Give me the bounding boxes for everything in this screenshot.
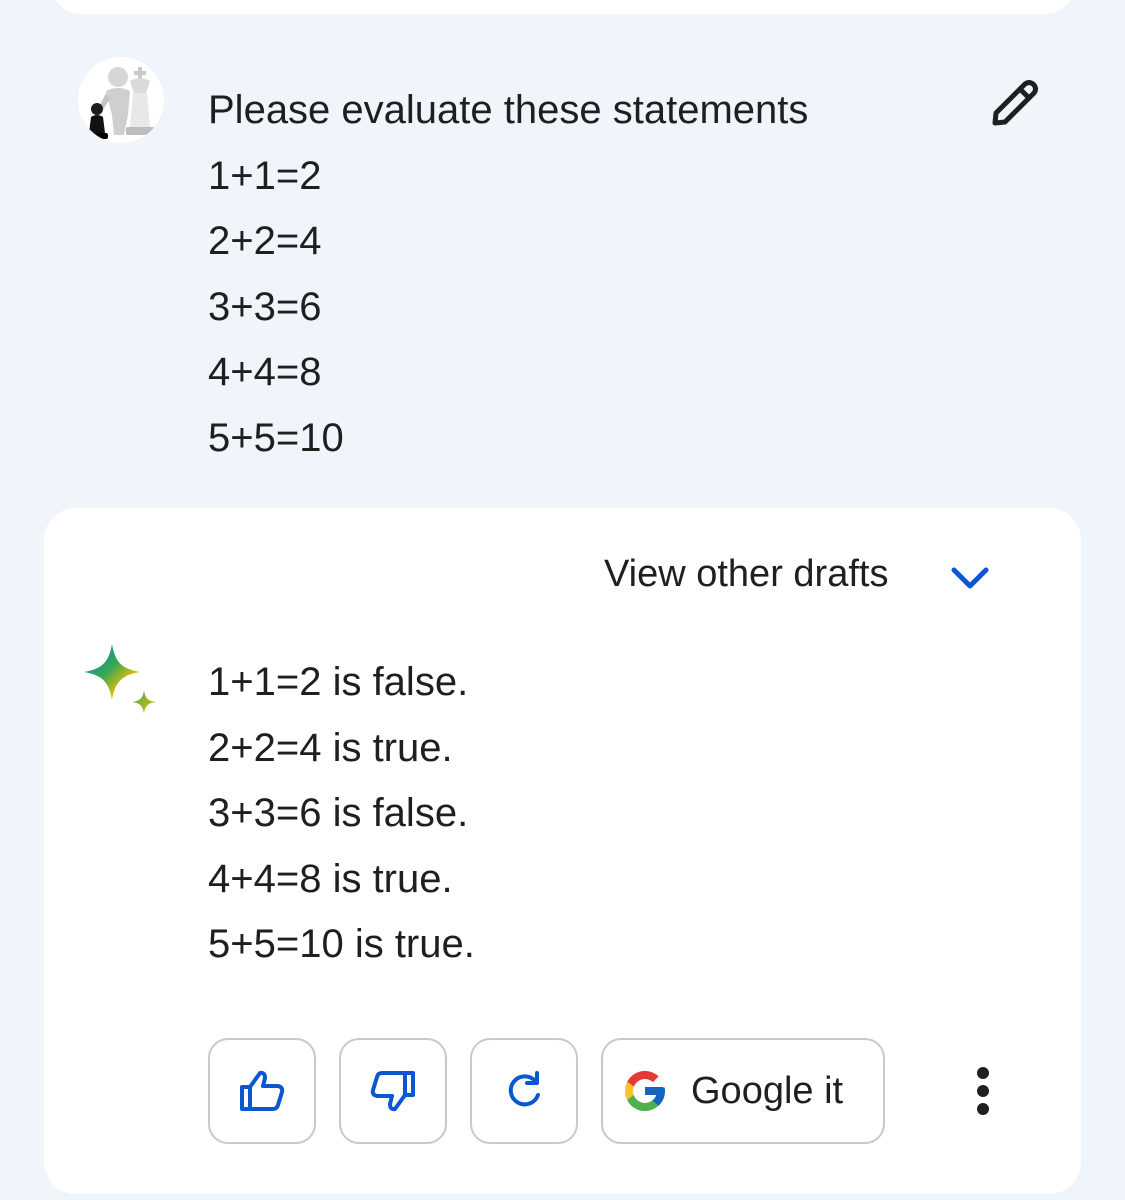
prompt-line: 1+1=2 [208, 153, 322, 198]
google-it-button[interactable]: Google it [601, 1038, 885, 1144]
response-text: 1+1=2 is false. 2+2=4 is true. 3+3=6 is … [208, 650, 475, 978]
google-it-label: Google it [691, 1070, 844, 1112]
more-options-button[interactable] [958, 1056, 1008, 1126]
response-line: 1+1=2 is false. [208, 660, 469, 704]
edit-prompt-button[interactable] [984, 74, 1044, 134]
thumbs-down-icon [370, 1071, 415, 1112]
more-vert-icon [977, 1067, 989, 1115]
view-other-drafts-button[interactable]: View other drafts [590, 540, 1010, 610]
google-g-icon [625, 1071, 665, 1111]
response-line: 5+5=10 is true. [208, 922, 475, 966]
sparkle-icon [84, 644, 156, 714]
response-line: 3+3=6 is false. [208, 791, 469, 835]
view-other-drafts-label: View other drafts [604, 553, 889, 595]
previous-message-card [52, 0, 1074, 14]
response-line: 2+2=4 is true. [208, 725, 453, 770]
user-avatar-image [78, 57, 164, 143]
thumbs-down-button[interactable] [339, 1038, 447, 1144]
prompt-line: 2+2=4 [208, 219, 322, 263]
user-avatar[interactable] [78, 57, 164, 143]
chevron-down-icon [951, 567, 989, 589]
prompt-line: 5+5=10 [208, 415, 344, 460]
response-line: 4+4=8 is true. [208, 856, 453, 901]
prompt-line: 4+4=8 [208, 350, 322, 394]
thumbs-up-icon [240, 1070, 285, 1111]
pencil-icon [992, 80, 1038, 126]
regenerate-button[interactable] [470, 1038, 578, 1144]
prompt-line: Please evaluate these statements [208, 88, 809, 132]
refresh-icon [508, 1071, 540, 1107]
prompt-line: 3+3=6 [208, 284, 322, 329]
user-prompt: Please evaluate these statements 1+1=2 2… [208, 78, 808, 471]
thumbs-up-button[interactable] [208, 1038, 316, 1144]
